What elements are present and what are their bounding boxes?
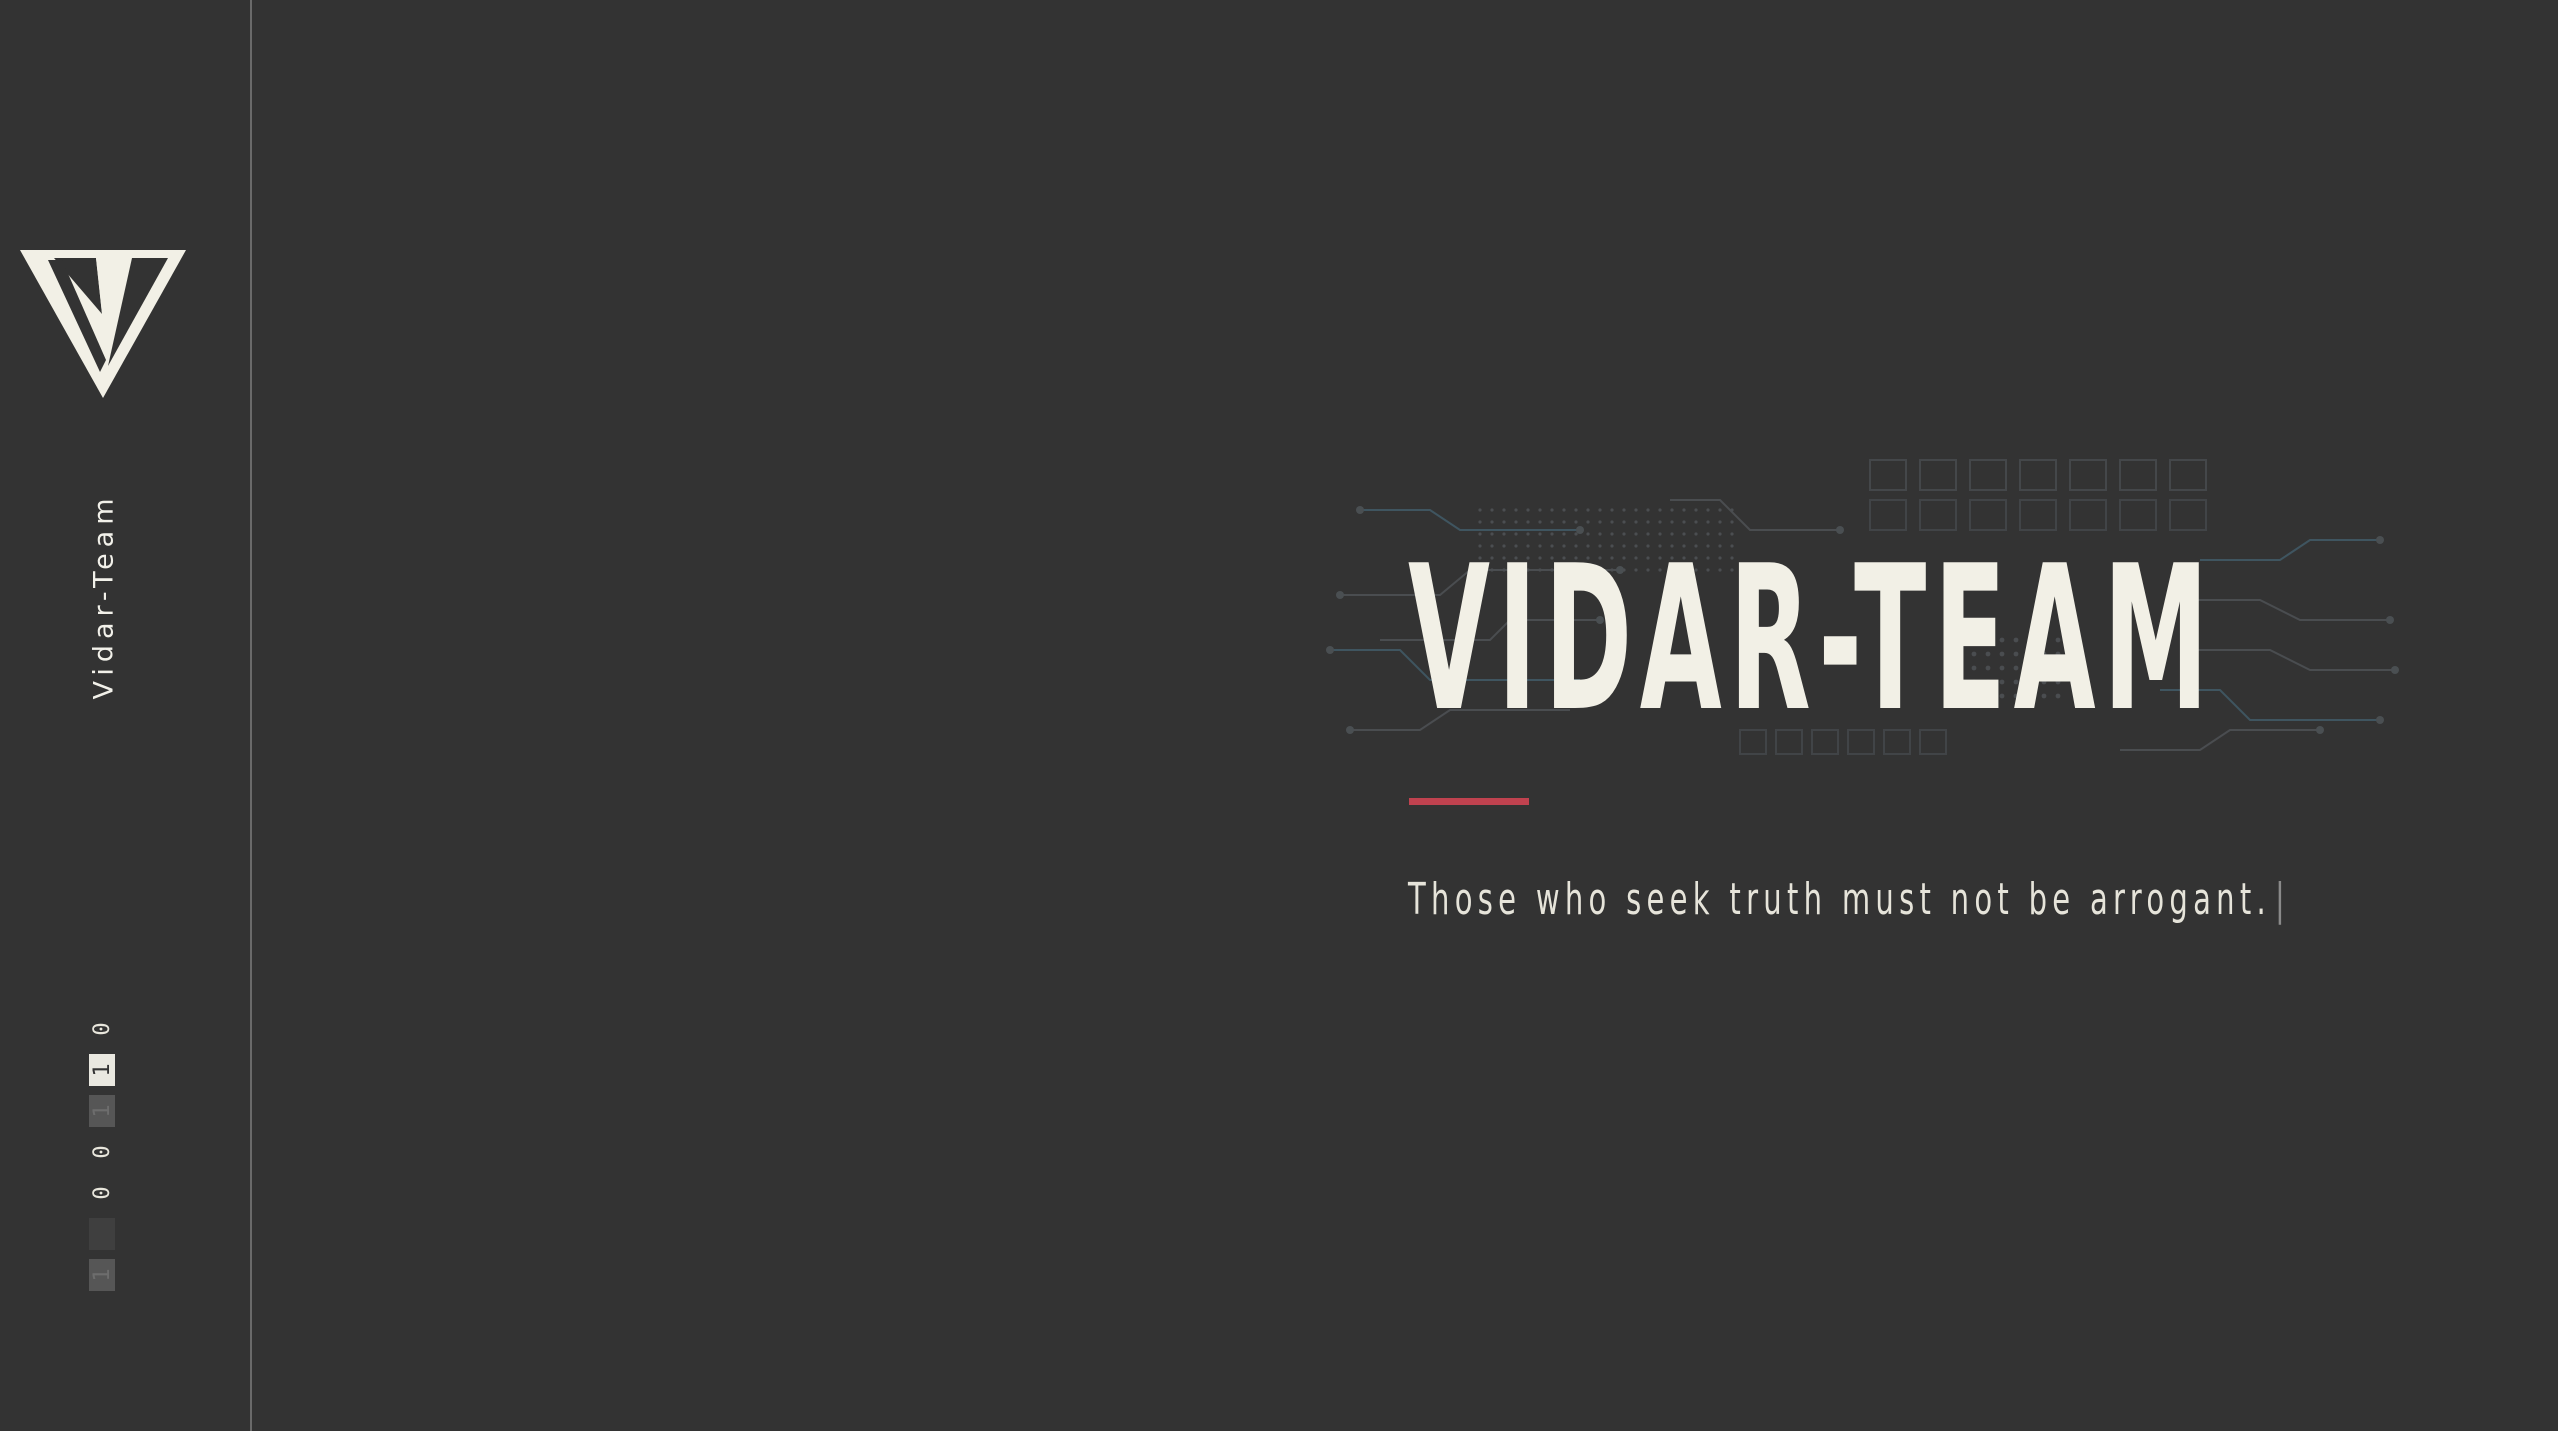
circuit-dot bbox=[1550, 508, 1554, 512]
hero-title: VIDAR-TEAM bbox=[1408, 523, 2216, 756]
circuit-dot bbox=[1718, 508, 1722, 512]
circuit-node bbox=[2386, 616, 2394, 624]
circuit-node bbox=[1336, 591, 1344, 599]
circuit-pad bbox=[1919, 459, 1957, 491]
bit-4: 0 bbox=[89, 1186, 115, 1200]
bit-0: 0 bbox=[89, 1022, 115, 1036]
page: Vidar-Team 0 1 1 0 0 1 VIDAR-TEAM Those who s… bbox=[0, 0, 2558, 1431]
circuit-pad bbox=[2069, 459, 2107, 491]
circuit-pad bbox=[2019, 459, 2057, 491]
tagline: Those who seek truth must not be arrogan… bbox=[1408, 874, 2290, 925]
tagline-text: Those who seek truth must not be arrogan… bbox=[1408, 874, 2272, 925]
circuit-dot bbox=[1658, 508, 1662, 512]
hero: VIDAR-TEAM bbox=[1320, 440, 2410, 800]
typing-cursor: | bbox=[2274, 874, 2291, 925]
circuit-dot bbox=[1610, 508, 1614, 512]
bit-1: 1 bbox=[89, 1054, 115, 1086]
circuit-dot bbox=[1586, 508, 1590, 512]
circuit-dot bbox=[1526, 508, 1530, 512]
circuit-node bbox=[2316, 726, 2324, 734]
circuit-dot bbox=[1670, 508, 1674, 512]
circuit-dot bbox=[1682, 508, 1686, 512]
circuit-dot bbox=[1706, 508, 1710, 512]
circuit-dot bbox=[1634, 508, 1638, 512]
circuit-dot bbox=[1538, 508, 1542, 512]
circuit-dot bbox=[1502, 508, 1506, 512]
circuit-trace bbox=[2190, 649, 2395, 671]
circuit-pad bbox=[2169, 459, 2207, 491]
bit-6: 1 bbox=[89, 1259, 115, 1291]
circuit-dot bbox=[1514, 508, 1518, 512]
bit-5 bbox=[89, 1218, 115, 1250]
circuit-dot bbox=[1646, 508, 1650, 512]
circuit-dot bbox=[1730, 508, 1734, 512]
sidebar: Vidar-Team 0 1 1 0 0 1 bbox=[0, 0, 252, 1431]
v-logo-icon[interactable] bbox=[20, 250, 186, 398]
circuit-trace bbox=[2200, 539, 2380, 561]
circuit-node bbox=[1326, 646, 1334, 654]
binary-indicator: 0 1 1 0 0 1 bbox=[86, 1016, 118, 1303]
bit-3: 0 bbox=[89, 1145, 115, 1159]
circuit-dot bbox=[1490, 508, 1494, 512]
circuit-node bbox=[1356, 506, 1364, 514]
circuit-dot bbox=[1694, 508, 1698, 512]
circuit-dot bbox=[1622, 508, 1626, 512]
circuit-dot bbox=[1574, 508, 1578, 512]
accent-divider bbox=[1409, 798, 1529, 805]
circuit-node bbox=[2376, 536, 2384, 544]
circuit-pad bbox=[1969, 459, 2007, 491]
circuit-node bbox=[2376, 716, 2384, 724]
brand-name-vertical: Vidar-Team bbox=[88, 492, 120, 700]
circuit-pad bbox=[1869, 459, 1907, 491]
circuit-dot bbox=[1562, 508, 1566, 512]
circuit-dot bbox=[1598, 508, 1602, 512]
circuit-dot bbox=[1478, 508, 1482, 512]
circuit-node bbox=[2391, 666, 2399, 674]
circuit-node bbox=[1346, 726, 1354, 734]
bit-2: 1 bbox=[89, 1095, 115, 1127]
circuit-pad bbox=[2119, 459, 2157, 491]
